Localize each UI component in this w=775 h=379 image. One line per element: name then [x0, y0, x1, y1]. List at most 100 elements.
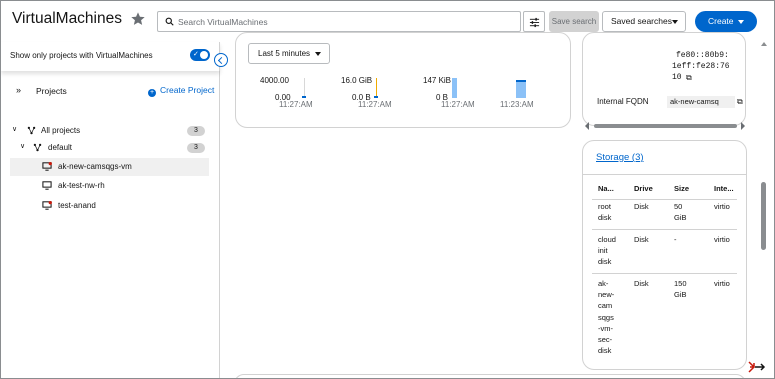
table-cell-name: root disk — [598, 201, 611, 223]
memory-top-label: 16.0 GiB — [341, 76, 373, 85]
collapse-arrows-icon — [748, 361, 766, 373]
column-header-drive[interactable]: Drive — [634, 184, 653, 193]
table-cell-drive: Disk — [634, 235, 649, 244]
storage-link[interactable]: Storage (3) — [596, 152, 644, 163]
scroll-up-arrow-icon[interactable] — [761, 42, 767, 46]
next-card-edge — [234, 374, 746, 378]
favorite-star-icon[interactable] — [130, 11, 146, 27]
double-chevron-down-icon[interactable]: » — [16, 85, 21, 95]
saved-searches-label: Saved searches — [611, 16, 672, 26]
table-cell-drive: Disk — [634, 279, 649, 288]
count-badge: 3 — [187, 126, 205, 136]
row-divider — [592, 229, 737, 230]
cell-line: init — [598, 246, 608, 256]
cell-line: GiB — [674, 213, 687, 223]
project-sidebar: Show only projects with VirtualMachines … — [1, 42, 220, 378]
cell-line: sqgs — [598, 312, 614, 322]
network-interfaces-card: fe80::80b9: 1eff:fe28:76 10 ⧉ Internal F… — [582, 32, 746, 126]
chevron-down-icon[interactable]: ∨ — [20, 142, 25, 150]
cell-line: cam — [598, 301, 613, 311]
advanced-filter-button[interactable] — [523, 11, 545, 32]
toggle-label: Show only projects with VirtualMachines — [10, 51, 153, 60]
cell-line: cloud — [598, 235, 616, 244]
chart-axis — [376, 78, 377, 96]
memory-time-label: 11:27:AM — [358, 100, 392, 109]
cell-line: sec- — [598, 335, 613, 345]
create-button[interactable]: Create — [695, 11, 757, 32]
fqdn-label: Internal FQDN — [597, 97, 649, 106]
column-header-size[interactable]: Size — [674, 184, 689, 193]
table-cell-size: 50 GiB — [674, 201, 687, 223]
cell-line: ak- — [598, 279, 609, 288]
scroll-left-arrow-icon[interactable] — [585, 122, 589, 130]
scrollbar-thumb[interactable] — [761, 182, 766, 250]
cell-line: disk — [598, 257, 612, 267]
collapse-drawer-button[interactable] — [746, 359, 768, 377]
time-range-label: Last 5 minutes — [258, 49, 311, 58]
network-area-chart — [516, 80, 526, 98]
vm-stopped-icon — [42, 162, 52, 171]
show-only-vm-projects-switch[interactable]: ✓ — [190, 49, 210, 61]
fqdn-value: ak-new-camsq — [667, 96, 735, 108]
ipv6-line: 1eff:fe28:76 — [672, 62, 730, 71]
chevron-down-icon[interactable]: ∨ — [12, 125, 17, 133]
table-cell-interface: virtio — [714, 235, 730, 244]
count-badge: 3 — [187, 143, 205, 153]
cell-line: GiB — [674, 290, 687, 300]
app-window: VirtualMachines Save search Saved search… — [0, 0, 775, 379]
cell-line: disk — [598, 346, 612, 356]
row-divider — [592, 199, 737, 200]
vm-icon — [42, 181, 52, 190]
search-input[interactable] — [178, 13, 514, 30]
page-title: VirtualMachines — [12, 10, 122, 27]
caret-down-icon — [315, 52, 321, 56]
scroll-right-arrow-icon[interactable] — [741, 122, 745, 130]
horizontal-scrollbar[interactable] — [582, 122, 746, 130]
cell-line: -vm- — [598, 323, 613, 333]
search-box[interactable] — [157, 11, 521, 32]
topology-icon — [33, 143, 42, 152]
memory-sparkline — [374, 96, 378, 98]
cpu-time-label: 11:27:AM — [279, 100, 313, 109]
tree-item-label: ak-test-nw-rh — [58, 181, 105, 190]
copy-icon[interactable]: ⧉ — [686, 73, 692, 83]
table-cell-size: - — [674, 235, 677, 244]
time-range-select[interactable]: Last 5 minutes — [248, 43, 330, 64]
vertical-scrollbar[interactable] — [760, 42, 772, 378]
tree-item-default[interactable]: ∨ default 3 — [10, 139, 209, 157]
create-label: Create — [708, 16, 734, 26]
tree-item-vm[interactable]: ak-test-nw-rh — [10, 177, 209, 195]
create-project-label: Create Project — [160, 85, 215, 95]
tree-item-label: default — [48, 143, 73, 152]
column-header-interface[interactable]: Inte... — [714, 184, 734, 193]
cell-line: new- — [598, 290, 615, 300]
network-time-label: 11:23:AM — [500, 100, 534, 109]
tree-item-vm[interactable]: test-anand — [10, 197, 209, 215]
tree-item-label: test-anand — [58, 201, 96, 210]
save-search-button[interactable]: Save search — [549, 11, 599, 32]
table-cell-interface: virtio — [714, 202, 730, 211]
saved-searches-dropdown[interactable]: Saved searches — [602, 11, 686, 32]
caret-down-icon — [738, 20, 744, 24]
ipv6-line: fe80::80b9: — [676, 51, 729, 60]
plus-circle-icon: + — [148, 89, 156, 97]
storage-time-label: 11:27:AM — [441, 100, 475, 109]
column-header-name[interactable]: Na... — [598, 184, 614, 193]
projects-label: Projects — [36, 86, 67, 96]
cpu-sparkline — [302, 96, 306, 98]
tree-item-all-projects[interactable]: ∨ All projects 3 — [10, 122, 209, 140]
sidebar-filter-bar: Show only projects with VirtualMachines … — [1, 42, 220, 71]
tree-item-vm[interactable]: ak-new-camsqgs-vm — [10, 158, 209, 176]
projects-header: » Projects + Create Project — [1, 82, 220, 100]
chart-axis — [304, 78, 305, 96]
copy-icon[interactable]: ⧉ — [737, 97, 743, 107]
storage-area-chart — [452, 78, 457, 98]
collapse-sidebar-button[interactable] — [214, 53, 228, 67]
scrollbar-thumb[interactable] — [594, 124, 737, 128]
cell-line: 150 — [674, 279, 687, 288]
table-cell-drive: Disk — [634, 202, 649, 211]
storage-card: Storage (3) Na... Drive Size Inte... roo… — [582, 140, 747, 370]
row-divider — [592, 273, 737, 274]
tree-item-label: All projects — [41, 126, 81, 135]
create-project-link[interactable]: + Create Project — [148, 85, 214, 97]
